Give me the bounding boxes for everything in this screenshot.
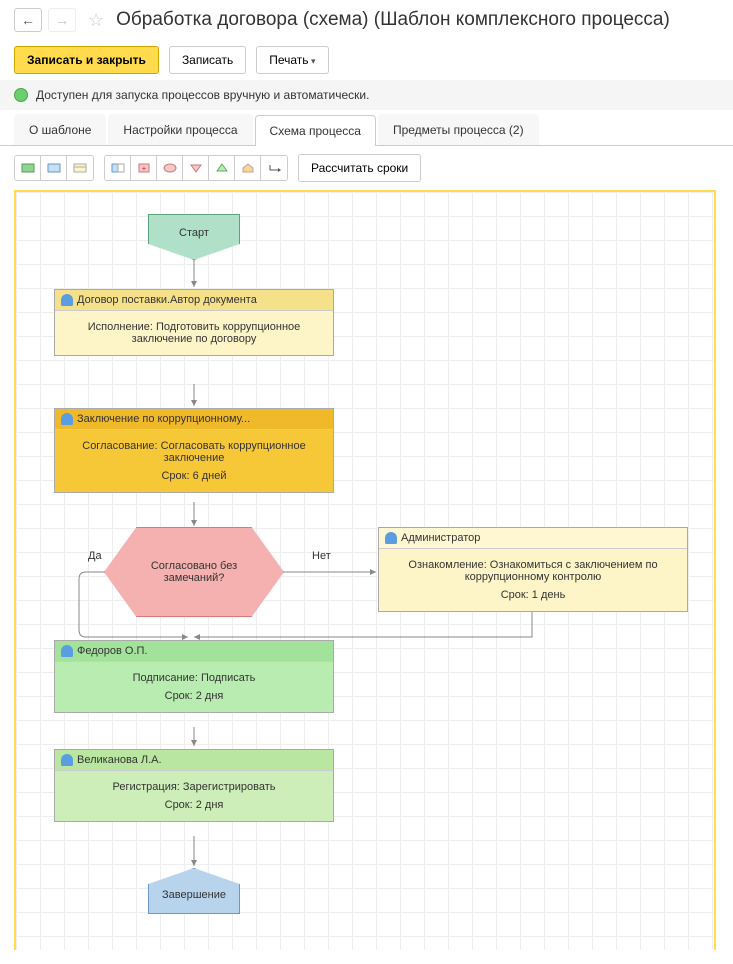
- user-icon: [61, 645, 73, 657]
- task-node-3[interactable]: Федоров О.П. Подписание: ПодписатьСрок: …: [54, 640, 334, 713]
- shape-columns-icon[interactable]: [105, 156, 131, 180]
- edge-label-yes: Да: [88, 550, 102, 562]
- favorite-icon[interactable]: ☆: [88, 10, 104, 31]
- calculate-dates-button[interactable]: Рассчитать сроки: [298, 154, 421, 182]
- page-title: Обработка договора (схема) (Шаблон компл…: [116, 9, 670, 31]
- nav-back-button[interactable]: ←: [14, 8, 42, 32]
- task-node-1[interactable]: Договор поставки.Автор документа Исполне…: [54, 289, 334, 356]
- end-node[interactable]: Завершение: [148, 868, 240, 914]
- tab-subjects[interactable]: Предметы процесса (2): [378, 114, 539, 145]
- shape-triangle-up-icon[interactable]: [209, 156, 235, 180]
- tab-about[interactable]: О шаблоне: [14, 114, 106, 145]
- shape-triangle-down-icon[interactable]: [183, 156, 209, 180]
- decision-node[interactable]: Согласовано без замечаний?: [104, 527, 284, 617]
- nav-forward-button[interactable]: →: [48, 8, 76, 32]
- shape-rect-green-icon[interactable]: [15, 156, 41, 180]
- tab-schema[interactable]: Схема процесса: [255, 115, 376, 146]
- svg-text:+: +: [141, 164, 146, 173]
- flowchart-canvas[interactable]: Старт Договор поставки.Автор документа И…: [14, 190, 716, 950]
- user-icon: [385, 532, 397, 544]
- print-button[interactable]: Печать: [256, 46, 328, 74]
- shape-split-icon[interactable]: [67, 156, 93, 180]
- shape-plus-icon[interactable]: +: [131, 156, 157, 180]
- shape-connector-icon[interactable]: [261, 156, 287, 180]
- user-icon: [61, 754, 73, 766]
- status-indicator-icon: [14, 88, 28, 102]
- start-node[interactable]: Старт: [148, 214, 240, 260]
- task-node-4[interactable]: Великанова Л.А. Регистрация: Зарегистрир…: [54, 749, 334, 822]
- edge-label-no: Нет: [312, 550, 331, 562]
- status-text: Доступен для запуска процессов вручную и…: [36, 88, 369, 102]
- shape-home-icon[interactable]: [235, 156, 261, 180]
- user-icon: [61, 413, 73, 425]
- save-close-button[interactable]: Записать и закрыть: [14, 46, 159, 74]
- shape-rect-blue-icon[interactable]: [41, 156, 67, 180]
- tab-settings[interactable]: Настройки процесса: [108, 114, 252, 145]
- save-button[interactable]: Записать: [169, 46, 246, 74]
- user-icon: [61, 294, 73, 306]
- shape-ellipse-icon[interactable]: [157, 156, 183, 180]
- admin-node[interactable]: Администратор Ознакомление: Ознакомиться…: [378, 527, 688, 612]
- task-node-2[interactable]: Заключение по коррупционному... Согласов…: [54, 408, 334, 493]
